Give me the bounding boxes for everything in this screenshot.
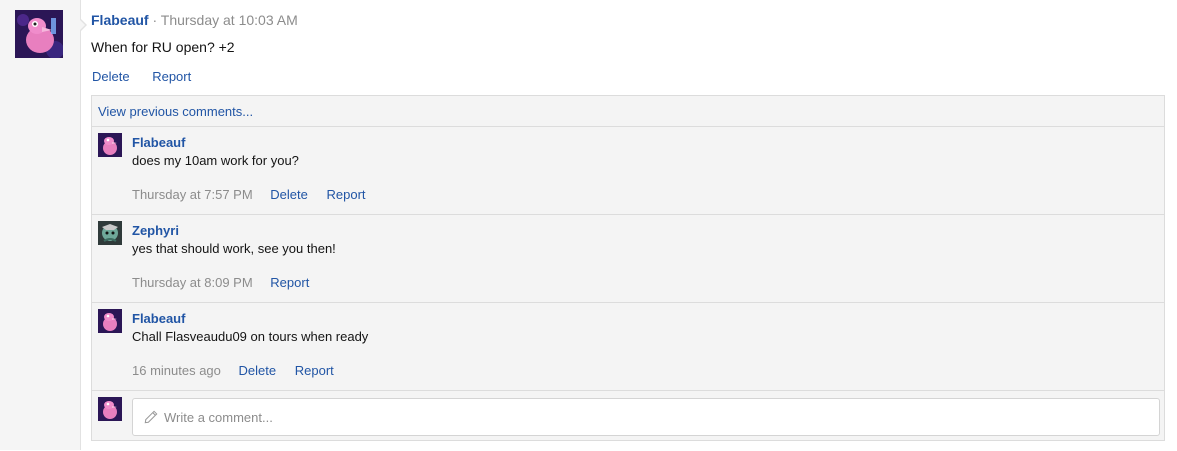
post-timestamp: · Thursday at 10:03 AM: [152, 12, 298, 28]
post-author-avatar[interactable]: [15, 10, 63, 58]
current-user-avatar: [98, 397, 122, 421]
comment-author-link[interactable]: Zephyri: [132, 223, 179, 238]
comment-actions: 16 minutes ago Delete Report: [132, 363, 349, 378]
comment-item: Flabeauf does my 10am work for you? Thur…: [92, 127, 1164, 215]
post-pointer: [79, 18, 87, 32]
pink-bird-avatar-icon: [98, 309, 122, 333]
pink-bird-avatar-icon: [98, 397, 122, 421]
pink-bird-avatar-icon: [98, 133, 122, 157]
post-author-link[interactable]: Flabeauf: [91, 12, 149, 28]
write-comment-input[interactable]: Write a comment...: [132, 398, 1160, 436]
comment-timestamp: Thursday at 7:57 PM: [132, 187, 253, 202]
comment-report-link[interactable]: Report: [327, 187, 366, 202]
comment-timestamp: 16 minutes ago: [132, 363, 221, 378]
comment-author-link[interactable]: Flabeauf: [132, 311, 185, 326]
comment-report-link[interactable]: Report: [270, 275, 309, 290]
post-report-link[interactable]: Report: [152, 69, 191, 84]
comment-author-link[interactable]: Flabeauf: [132, 135, 185, 150]
comments-panel: View previous comments... Flabeauf does …: [91, 95, 1165, 441]
comment-author-avatar[interactable]: [98, 133, 122, 157]
profile-rail: [0, 0, 81, 450]
pencil-icon: [144, 410, 158, 424]
comment-text: does my 10am work for you?: [132, 153, 299, 168]
comment-item: Flabeauf Chall Flasveaudu09 on tours whe…: [92, 303, 1164, 391]
post-header: Flabeauf · Thursday at 10:03 AM: [91, 12, 298, 28]
comment-item: Zephyri yes that should work, see you th…: [92, 215, 1164, 303]
comment-delete-link[interactable]: Delete: [270, 187, 308, 202]
comment-timestamp: Thursday at 8:09 PM: [132, 275, 253, 290]
teal-character-avatar-icon: [98, 221, 122, 245]
write-comment-placeholder: Write a comment...: [164, 409, 273, 425]
comment-text: yes that should work, see you then!: [132, 241, 336, 256]
pink-bird-avatar-icon: [15, 10, 63, 58]
comment-author-avatar[interactable]: [98, 221, 122, 245]
post-actions: Delete Report: [92, 69, 210, 84]
comment-text: Chall Flasveaudu09 on tours when ready: [132, 329, 369, 344]
comment-delete-link[interactable]: Delete: [239, 363, 277, 378]
comment-author-avatar[interactable]: [98, 309, 122, 333]
comment-compose: Write a comment...: [92, 391, 1164, 451]
comment-actions: Thursday at 8:09 PM Report: [132, 275, 324, 290]
view-previous-row: View previous comments...: [92, 96, 1164, 127]
comment-report-link[interactable]: Report: [295, 363, 334, 378]
post-delete-link[interactable]: Delete: [92, 69, 130, 84]
comment-actions: Thursday at 7:57 PM Delete Report: [132, 187, 381, 202]
view-previous-comments-link[interactable]: View previous comments...: [98, 104, 253, 119]
post-text: When for RU open? +2: [91, 39, 235, 55]
